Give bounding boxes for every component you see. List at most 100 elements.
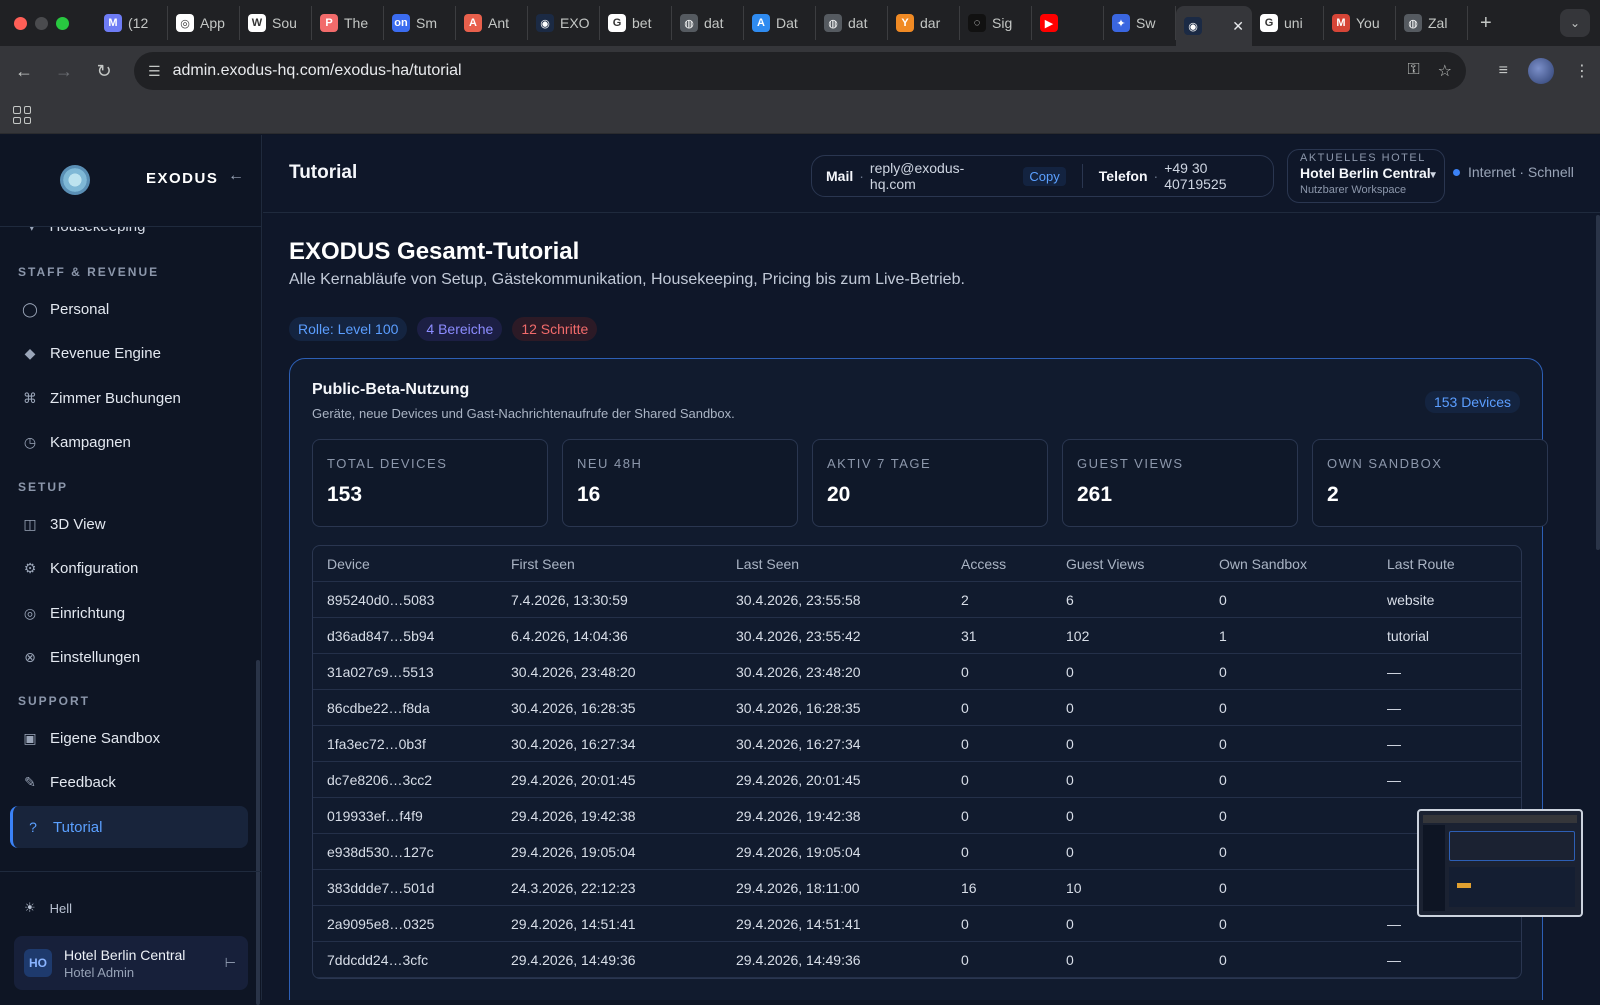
screenshot-thumbnail-preview[interactable] <box>1417 809 1583 917</box>
stat-card-aktiv-7-tage: AKTIV 7 TAGE 20 <box>812 439 1048 527</box>
collapse-sidebar-arrow-icon[interactable]: ← <box>228 167 244 185</box>
browser-tab[interactable]: Gbet <box>600 6 672 40</box>
sidebar-item-einstellungen[interactable]: ⊗ Einstellungen <box>10 637 248 679</box>
reload-icon[interactable]: ↻ <box>84 61 124 82</box>
table-cell: 0 <box>1066 843 1074 860</box>
sidebar-item-zimmer-buchungen[interactable]: ⌘ Zimmer Buchungen <box>10 377 248 419</box>
theme-label: Hell <box>49 900 73 916</box>
column-header[interactable]: Guest Views <box>1066 556 1219 572</box>
browser-tab[interactable]: ✦ Sw <box>1104 6 1176 40</box>
table-cell: 29.4.2026, 14:49:36 <box>511 951 636 968</box>
browser-tab[interactable]: ▶ <box>1032 6 1104 40</box>
table-row[interactable]: 1fa3ec72…0b3f 30.4.2026, 16:27:34 30.4.202… <box>313 726 1521 762</box>
column-header[interactable]: Access <box>961 556 1066 572</box>
browser-tab[interactable]: ◉ ✕ <box>1176 6 1252 46</box>
clock-icon: ◷ <box>23 434 37 450</box>
app-root: EXODUS ← ▾Housekeeping STAFF & REVENUE ◯ P… <box>0 135 1600 1005</box>
sidebar-item-personal[interactable]: ◯ Personal <box>10 288 248 330</box>
bookmark-star-icon[interactable]: ☆ <box>1438 61 1452 81</box>
browser-tab[interactable]: ◉ EXO <box>528 6 600 40</box>
browser-tab[interactable]: Guni <box>1252 6 1324 40</box>
apps-grid-icon[interactable] <box>13 106 31 124</box>
table-row[interactable]: 7ddcdd24…3cfc 29.4.2026, 14:49:36 29.4.202… <box>313 942 1521 978</box>
sidebar-item-feedback[interactable]: ✎ Feedback <box>10 762 248 804</box>
status-dot <box>1453 168 1460 176</box>
table-row[interactable]: d36ad847…5b94 6.4.2026, 14:04:36 30.4.2026… <box>313 618 1521 654</box>
browser-tab[interactable]: A Ant <box>456 6 528 40</box>
table-row[interactable]: 383ddde7…501d 24.3.2026, 22:12:23 29.4.202… <box>313 870 1521 906</box>
password-key-icon[interactable]: ⚿ <box>1407 61 1419 81</box>
tab-favicon-icon: P <box>320 14 338 32</box>
sidebar-item-einrichtung[interactable]: ◎ Einrichtung <box>10 592 248 634</box>
stat-value: 153 <box>327 483 363 506</box>
table-cell: 0 <box>1219 735 1227 752</box>
sidebar-item-tutorial[interactable]: ? Tutorial <box>10 806 248 848</box>
forward-arrow-icon[interactable]: → <box>44 61 84 82</box>
browser-tab[interactable]: on Sm <box>384 6 456 40</box>
table-row[interactable]: dc7e8206…3cc2 29.4.2026, 20:01:45 29.4.202… <box>313 762 1521 798</box>
table-row[interactable]: 895240d0…5083 7.4.2026, 13:30:59 30.4.2026… <box>313 582 1521 618</box>
maximize-window-button[interactable] <box>56 16 69 30</box>
tab-label: dat <box>848 15 868 31</box>
tab-favicon-icon: ✦ <box>1112 14 1130 32</box>
browser-tab[interactable]: ◍ dat <box>672 6 744 40</box>
tab-search-chevron-icon[interactable]: ⌄ <box>1560 9 1590 37</box>
sidebar-item-kampagnen[interactable]: ◷ Kampagnen <box>10 422 248 464</box>
browser-tab[interactable]: ◍ dat <box>816 6 888 40</box>
theme-toggle[interactable]: ☀ Hell <box>24 900 72 916</box>
sidebar-item-3d-view[interactable]: ◫ 3D View <box>10 503 248 545</box>
devices-badge: 153 Devices <box>1424 391 1520 413</box>
table-row[interactable]: 31a027c9…5513 30.4.2026, 23:48:20 30.4.202… <box>313 654 1521 690</box>
table-row[interactable]: e938d530…127c 29.4.2026, 19:05:04 29.4.202… <box>313 834 1521 870</box>
table-cell: 102 <box>1066 627 1090 644</box>
close-window-button[interactable] <box>14 16 27 30</box>
column-header[interactable]: Last Route <box>1387 556 1517 572</box>
table-row[interactable]: 2a9095e8…0325 29.4.2026, 14:51:41 29.4.202… <box>313 906 1521 942</box>
stat-label: OWN SANDBOX <box>1327 456 1443 471</box>
table-cell: 0 <box>1219 879 1227 896</box>
sidebar-footer: ☀ Hell HO Hotel Berlin Central Hotel Adm… <box>0 871 262 1000</box>
browser-tab[interactable]: ◎ App <box>168 6 240 40</box>
browser-tab[interactable]: W Sou <box>240 6 312 40</box>
table-cell: 29.4.2026, 14:51:41 <box>736 915 861 932</box>
user-card[interactable]: HO Hotel Berlin Central Hotel Admin ⊢ <box>14 936 248 990</box>
table-cell: 7.4.2026, 13:30:59 <box>511 591 628 608</box>
browser-tab[interactable]: M (12 <box>96 6 168 40</box>
table-cell: 31a027c9…5513 <box>327 663 434 680</box>
media-controls-icon[interactable]: ≡ <box>1499 62 1508 80</box>
main-scrollbar[interactable] <box>1596 215 1600 550</box>
circle-x-icon: ⊗ <box>24 649 36 665</box>
address-bar[interactable]: ☰ admin.exodus-hq.com/exodus-ha/tutorial… <box>134 52 1466 90</box>
table-row[interactable]: 019933ef…f4f9 29.4.2026, 19:42:38 29.4.202… <box>313 798 1521 834</box>
browser-tab[interactable]: ◍ Zal <box>1396 6 1468 40</box>
browser-tab[interactable]: M You <box>1324 6 1396 40</box>
new-tab-plus-icon[interactable]: + <box>1468 12 1504 35</box>
browser-tab[interactable]: P The <box>312 6 384 40</box>
sidebar-item-konfiguration[interactable]: ⚙ Konfiguration <box>10 548 248 590</box>
stat-card-total-devices: TOTAL DEVICES 153 <box>312 439 548 527</box>
browser-tab[interactable]: Ydar <box>888 6 960 40</box>
column-header[interactable]: Own Sandbox <box>1219 556 1387 572</box>
logout-icon[interactable]: ⊢ <box>225 955 236 971</box>
browser-tab[interactable]: ◌ Sig <box>960 6 1032 40</box>
site-settings-icon[interactable]: ☰ <box>148 63 161 80</box>
columns-icon: ◫ <box>23 515 37 532</box>
browser-tab[interactable]: A Dat <box>744 6 816 40</box>
close-tab-icon[interactable]: ✕ <box>1232 18 1244 35</box>
sidebar-item-revenue-engine[interactable]: ◆ Revenue Engine <box>10 333 248 375</box>
column-header[interactable]: Device <box>313 556 511 572</box>
browser-menu-icon[interactable]: ⋮ <box>1574 61 1590 81</box>
hotel-selector[interactable]: AKTUELLES HOTEL Hotel Berlin Central Nut… <box>1287 149 1445 203</box>
sidebar-item-eigene-sandbox[interactable]: ▣ Eigene Sandbox <box>10 717 248 759</box>
minimize-window-button[interactable] <box>35 16 48 30</box>
profile-avatar[interactable] <box>1528 58 1554 84</box>
table-row[interactable]: 86cdbe22…f8da 30.4.2026, 16:28:35 30.4.202… <box>313 690 1521 726</box>
table-cell: 29.4.2026, 20:01:45 <box>511 771 636 788</box>
column-header[interactable]: Last Seen <box>736 556 961 572</box>
back-arrow-icon[interactable]: ← <box>4 61 44 82</box>
copy-button[interactable]: Copy <box>1023 166 1066 186</box>
table-cell: 0 <box>1066 915 1074 932</box>
sidebar-item-housekeeping[interactable]: ▾Housekeeping <box>28 227 145 235</box>
column-header[interactable]: First Seen <box>511 556 736 572</box>
exodus-logo <box>60 165 90 195</box>
